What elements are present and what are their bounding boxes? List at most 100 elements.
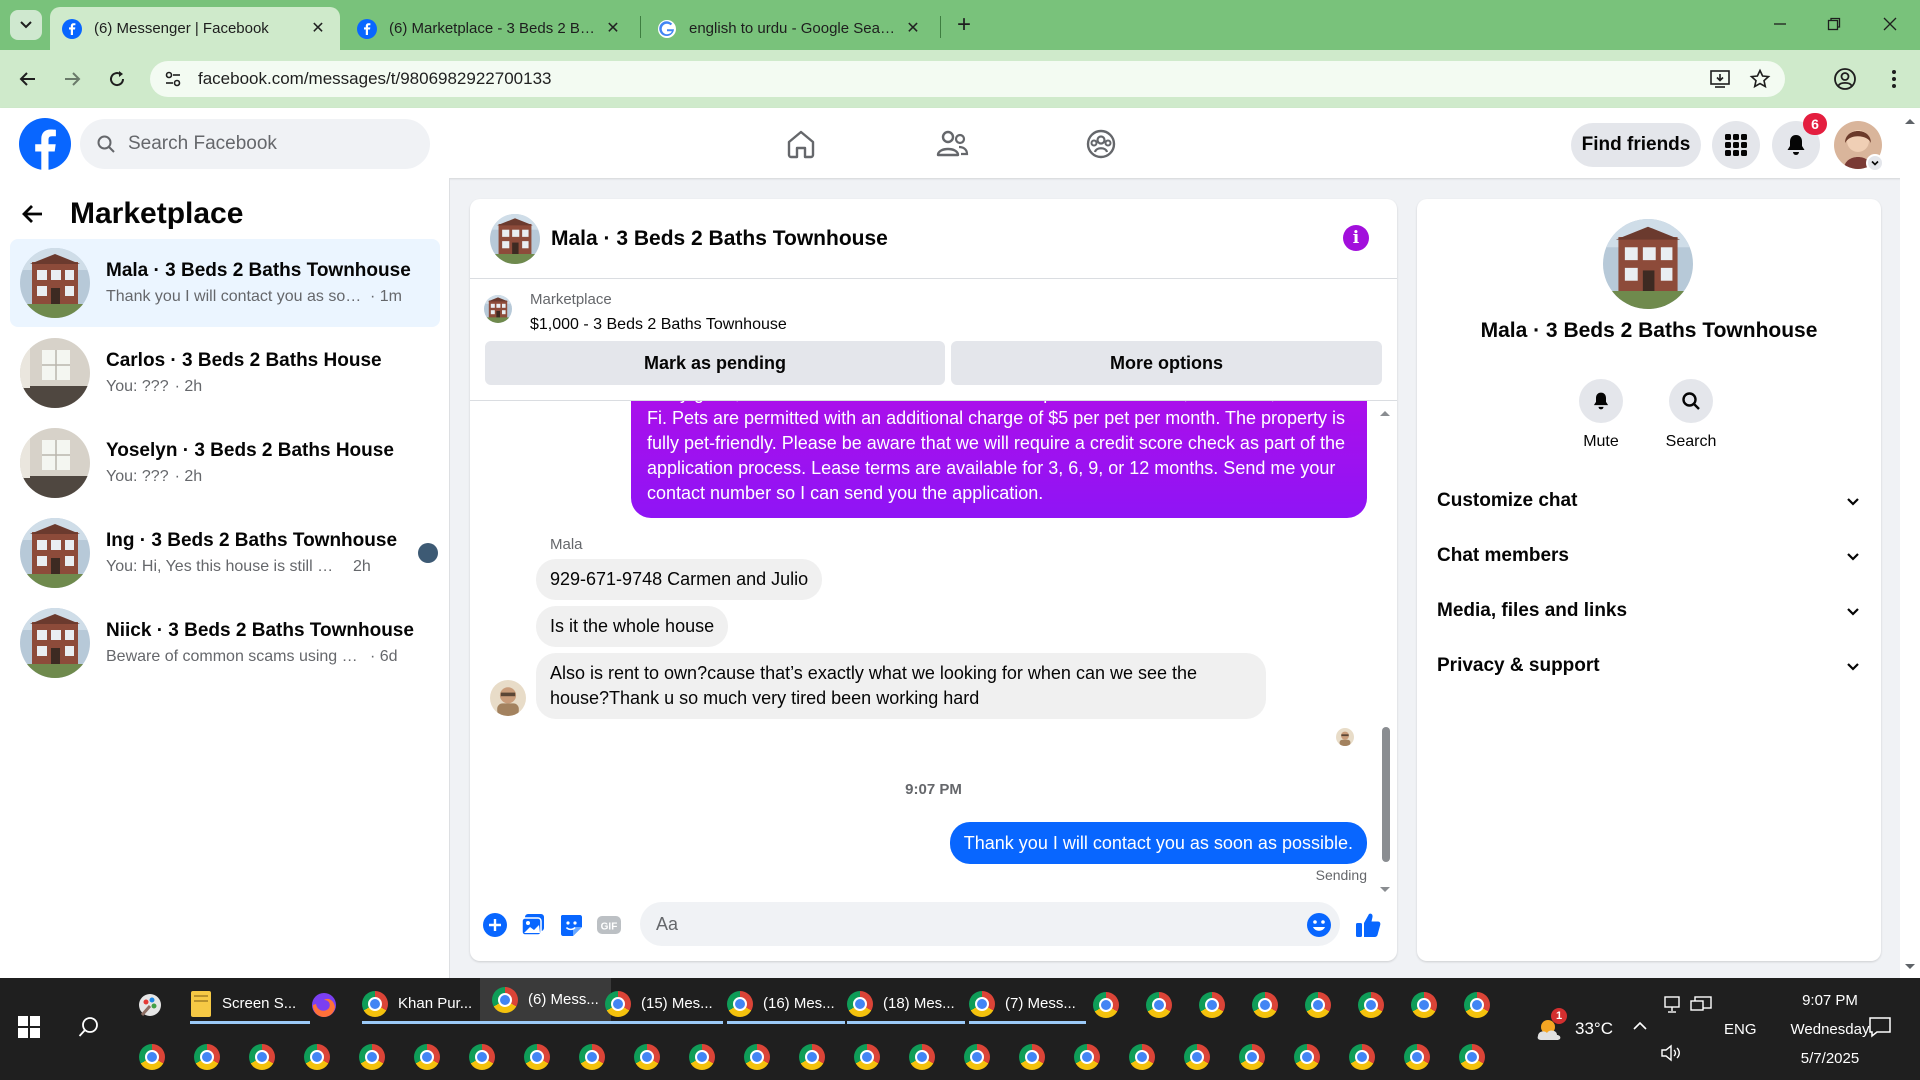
chat-title[interactable]: Mala · 3 Beds 2 Baths Townhouse <box>551 227 888 251</box>
facebook-search-box[interactable] <box>80 119 430 169</box>
start-button[interactable] <box>18 1016 40 1038</box>
taskbar-chrome-window[interactable] <box>1199 992 1225 1018</box>
section-customize-chat[interactable]: Customize chat <box>1425 476 1873 526</box>
conversation-item[interactable]: Carlos · 3 Beds 2 Baths House You: ??? · … <box>10 329 440 417</box>
search-action[interactable]: Search <box>1651 379 1731 451</box>
scrollbar-thumb[interactable] <box>1382 727 1390 862</box>
clock-day[interactable]: Wednesday <box>1780 1021 1880 1038</box>
taskbar-app-paint[interactable] <box>136 986 164 1024</box>
conversation-item[interactable]: Niick · 3 Beds 2 Baths Townhouse Beware … <box>10 599 440 687</box>
conversation-item[interactable]: Ing · 3 Beds 2 Baths Townhouse You: Hi, … <box>10 509 440 597</box>
close-tab-icon[interactable]: ✕ <box>603 19 623 39</box>
section-chat-members[interactable]: Chat members <box>1425 531 1873 581</box>
weather-widget[interactable]: 1 33°C <box>1535 1008 1613 1042</box>
scroll-down-icon[interactable] <box>1900 960 1920 974</box>
address-bar[interactable]: facebook.com/messages/t/9806982922700133 <box>150 61 1785 97</box>
scroll-up-icon[interactable] <box>1378 408 1392 418</box>
taskbar-chrome-window[interactable] <box>909 1044 935 1070</box>
sticker-button[interactable] <box>557 911 585 939</box>
tray-volume[interactable] <box>1660 1044 1682 1062</box>
find-friends-button[interactable]: Find friends <box>1571 123 1701 167</box>
scroll-up-icon[interactable] <box>1900 114 1920 128</box>
taskbar-app-chrome-messenger-active[interactable]: (6) Mess... <box>480 978 611 1024</box>
show-hidden-icons-button[interactable] <box>1632 1018 1648 1034</box>
close-tab-icon[interactable]: ✕ <box>308 19 328 39</box>
taskbar-app-chrome-messenger[interactable]: (15) Mes... <box>605 986 723 1024</box>
tray-network[interactable] <box>1690 996 1712 1014</box>
taskbar-chrome-window[interactable] <box>1252 992 1278 1018</box>
taskbar-chrome-window[interactable] <box>1294 1044 1320 1070</box>
taskbar-chrome-window[interactable] <box>524 1044 550 1070</box>
mute-action[interactable]: Mute <box>1561 379 1641 451</box>
more-actions-button[interactable] <box>481 911 509 939</box>
message-input[interactable] <box>640 902 1340 946</box>
taskbar-chrome-window[interactable] <box>1239 1044 1265 1070</box>
like-button[interactable] <box>1354 911 1382 939</box>
taskbar-chrome-window[interactable] <box>744 1044 770 1070</box>
url-text[interactable]: facebook.com/messages/t/9806982922700133 <box>198 69 1705 89</box>
conversation-item[interactable]: Mala · 3 Beds 2 Baths Townhouse Thank yo… <box>10 239 440 327</box>
taskbar-chrome-window[interactable] <box>139 1044 165 1070</box>
taskbar-chrome-window[interactable] <box>579 1044 605 1070</box>
taskbar-chrome-window[interactable] <box>634 1044 660 1070</box>
reload-button[interactable] <box>103 65 131 93</box>
emoji-button[interactable] <box>1305 911 1333 939</box>
restore-button[interactable] <box>1814 10 1854 38</box>
taskbar-chrome-window[interactable] <box>1146 992 1172 1018</box>
page-scrollbar[interactable] <box>1900 108 1920 978</box>
taskbar-chrome-window[interactable] <box>1358 992 1384 1018</box>
taskbar-chrome-window[interactable] <box>1129 1044 1155 1070</box>
taskbar-chrome-window[interactable] <box>414 1044 440 1070</box>
taskbar-app-firefox[interactable] <box>310 986 338 1024</box>
taskbar-app-chrome-messenger[interactable]: (18) Mes... <box>847 986 965 1024</box>
contact-avatar[interactable] <box>1603 219 1693 309</box>
nav-friends[interactable] <box>934 126 970 162</box>
taskbar-chrome-window[interactable] <box>469 1044 495 1070</box>
install-app-button[interactable] <box>1705 64 1735 94</box>
taskbar-chrome-window[interactable] <box>964 1044 990 1070</box>
minimize-button[interactable] <box>1760 10 1800 38</box>
nav-groups[interactable] <box>1083 126 1119 162</box>
taskbar-chrome-window[interactable] <box>1349 1044 1375 1070</box>
taskbar-chrome-window[interactable] <box>1305 992 1331 1018</box>
chat-scrollbar[interactable] <box>1378 402 1392 899</box>
taskbar-chrome-window[interactable] <box>854 1044 880 1070</box>
conversation-info-icon[interactable]: i <box>1343 225 1369 251</box>
taskbar-chrome-window[interactable] <box>1464 992 1490 1018</box>
new-tab-button[interactable]: + <box>950 12 978 40</box>
conversation-item[interactable]: Yoselyn · 3 Beds 2 Baths House You: ??? ·… <box>10 419 440 507</box>
taskbar-app-chrome-khanpur[interactable]: Khan Pur... <box>362 986 483 1024</box>
close-window-button[interactable] <box>1870 10 1910 38</box>
tab-messenger[interactable]: (6) Messenger | Facebook ✕ <box>50 7 340 50</box>
taskbar-app-screen-snip[interactable]: Screen S... <box>190 986 311 1024</box>
forward-button[interactable] <box>58 65 86 93</box>
taskbar-chrome-window[interactable] <box>359 1044 385 1070</box>
taskbar-app-chrome-messenger[interactable]: (16) Mes... <box>727 986 845 1024</box>
taskbar-chrome-window[interactable] <box>689 1044 715 1070</box>
taskbar-chrome-window[interactable] <box>1093 992 1119 1018</box>
listing-price[interactable]: $1,000 - 3 Beds 2 Baths Townhouse <box>530 316 787 334</box>
taskbar-chrome-window[interactable] <box>1184 1044 1210 1070</box>
clock-date[interactable]: 5/7/2025 <box>1780 1050 1880 1067</box>
browser-profile-button[interactable] <box>1831 65 1859 93</box>
tab-search-button[interactable] <box>10 10 42 40</box>
taskbar-search-button[interactable] <box>78 1016 100 1038</box>
input-language[interactable]: ENG <box>1724 1021 1757 1038</box>
mark-as-pending-button[interactable]: Mark as pending <box>485 341 945 385</box>
sender-avatar[interactable] <box>490 680 526 716</box>
back-to-chats-button[interactable] <box>18 199 48 229</box>
taskbar-chrome-window[interactable] <box>1074 1044 1100 1070</box>
section-media-files-links[interactable]: Media, files and links <box>1425 586 1873 636</box>
back-button[interactable] <box>14 65 42 93</box>
taskbar-chrome-window[interactable] <box>1411 992 1437 1018</box>
taskbar-chrome-window[interactable] <box>249 1044 275 1070</box>
notification-center-button[interactable] <box>1868 1016 1892 1038</box>
site-info-button[interactable] <box>160 66 186 92</box>
taskbar-chrome-window[interactable] <box>1019 1044 1045 1070</box>
taskbar-chrome-window[interactable] <box>1404 1044 1430 1070</box>
attach-photo-button[interactable] <box>519 911 547 939</box>
account-caret[interactable] <box>1866 154 1884 172</box>
more-options-button[interactable]: More options <box>951 341 1382 385</box>
close-tab-icon[interactable]: ✕ <box>903 19 923 39</box>
bookmark-button[interactable] <box>1745 64 1775 94</box>
